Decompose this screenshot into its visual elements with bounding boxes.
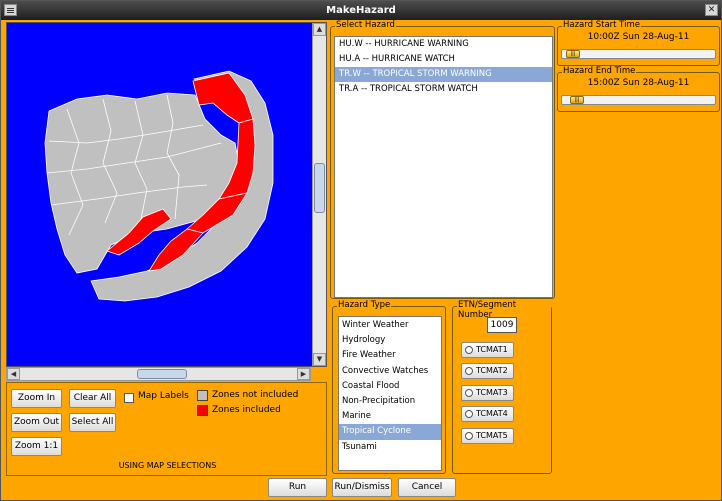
legend-not-included-swatch <box>197 390 208 401</box>
hazard-start-time-title: Hazard Start Time <box>562 20 641 30</box>
hazard-list[interactable]: HU.W -- HURRICANE WARNING HU.A -- HURRIC… <box>334 36 553 298</box>
map-labels-label[interactable]: Map Labels <box>138 391 189 401</box>
map-controls-panel: Zoom In Clear All Map Labels Zones not i… <box>6 382 327 476</box>
etn-option-tcmat5[interactable]: TCMAT5 <box>461 428 514 444</box>
hazard-type-title: Hazard Type <box>337 300 392 310</box>
window-menu-icon[interactable] <box>4 4 17 16</box>
hazard-type-item[interactable]: Marine <box>339 409 441 424</box>
scroll-down-icon[interactable]: ▼ <box>313 353 326 366</box>
map-selection-status: USING MAP SELECTIONS <box>118 461 217 470</box>
map-horizontal-scrollbar[interactable]: ◀ ▶ <box>6 367 311 381</box>
scroll-left-icon[interactable]: ◀ <box>7 368 20 380</box>
map-vertical-scrollbar[interactable]: ▲ ▼ <box>312 23 326 366</box>
hazard-end-time-value: 15:00Z Sun 28-Aug-11 <box>587 78 690 88</box>
hazard-list-item-selected[interactable]: TR.W -- TROPICAL STORM WARNING <box>335 67 552 82</box>
map-vertical-scroll-thumb[interactable] <box>314 163 325 213</box>
hazard-start-time-group: Hazard Start Time 10:00Z Sun 28-Aug-11 |… <box>557 20 720 66</box>
hazard-type-item[interactable]: Fire Weather <box>339 348 441 363</box>
cancel-button[interactable]: Cancel <box>398 478 456 497</box>
etn-option-label: TCMAT4 <box>476 409 508 418</box>
zone-map[interactable]: ▲ ▼ <box>6 22 327 367</box>
legend-included-swatch <box>197 405 208 416</box>
legend-not-included-label: Zones not included <box>212 390 299 400</box>
hazard-type-item[interactable]: Coastal Flood <box>339 379 441 394</box>
close-icon[interactable]: ✕ <box>705 4 718 16</box>
etn-option-tcmat4[interactable]: TCMAT4 <box>461 406 514 422</box>
map-horizontal-scroll-thumb[interactable] <box>137 369 187 379</box>
run-button[interactable]: Run <box>268 478 327 497</box>
start-time-slider[interactable]: ||| <box>561 49 716 59</box>
hazard-type-group: Hazard Type Winter Weather Hydrology Fir… <box>332 300 446 474</box>
title-bar: MakeHazard ✕ <box>1 1 721 20</box>
hazard-type-item[interactable]: Tsunami <box>339 440 441 455</box>
hazard-start-time-value: 10:00Z Sun 28-Aug-11 <box>587 32 690 42</box>
etn-option-tcmat3[interactable]: TCMAT3 <box>461 385 514 401</box>
radio-icon[interactable] <box>465 367 473 375</box>
hazard-end-time-title: Hazard End Time <box>562 66 637 76</box>
etn-option-label: TCMAT3 <box>476 388 508 397</box>
radio-icon[interactable] <box>465 346 473 354</box>
hazard-list-item[interactable]: TR.A -- TROPICAL STORM WATCH <box>335 82 552 97</box>
legend-included-label: Zones included <box>212 405 281 415</box>
end-time-slider-thumb[interactable]: ||| <box>570 96 584 104</box>
window-title: MakeHazard <box>326 5 396 16</box>
hazard-end-time-group: Hazard End Time 15:00Z Sun 28-Aug-11 ||| <box>557 66 720 112</box>
hazard-type-item[interactable]: Winter Weather <box>339 318 441 333</box>
radio-icon[interactable] <box>465 410 473 418</box>
hazard-type-item-selected[interactable]: Tropical Cyclone <box>339 424 441 440</box>
scroll-right-icon[interactable]: ▶ <box>297 368 310 380</box>
scroll-up-icon[interactable]: ▲ <box>313 23 326 36</box>
hazard-type-item[interactable]: Hydrology <box>339 333 441 348</box>
hazard-list-item[interactable]: HU.W -- HURRICANE WARNING <box>335 37 552 52</box>
etn-option-tcmat1[interactable]: TCMAT1 <box>461 342 514 358</box>
etn-segment-group: ETN/Segment Number 1009 TCMAT1 TCMAT2 TC… <box>452 300 552 474</box>
radio-icon[interactable] <box>465 432 473 440</box>
map-labels-checkbox[interactable] <box>124 393 134 403</box>
zoom-out-button[interactable]: Zoom Out <box>11 413 62 432</box>
select-hazard-group: Select Hazard HU.W -- HURRICANE WARNING … <box>330 20 555 299</box>
zoom-1-1-button[interactable]: Zoom 1:1 <box>11 437 62 456</box>
make-hazard-window: MakeHazard ✕ ▲ ▼ ◀ ▶ Zoom In Clear All M… <box>0 0 722 501</box>
hazard-type-list[interactable]: Winter Weather Hydrology Fire Weather Co… <box>338 316 442 471</box>
hazard-type-item[interactable]: Convective Watches <box>339 364 441 379</box>
hazard-type-item[interactable]: Non-Precipitation <box>339 394 441 409</box>
radio-icon[interactable] <box>465 389 473 397</box>
zoom-in-button[interactable]: Zoom In <box>11 389 62 408</box>
etn-option-tcmat2[interactable]: TCMAT2 <box>461 363 514 379</box>
select-all-button[interactable]: Select All <box>69 413 116 432</box>
etn-input[interactable]: 1009 <box>487 317 517 333</box>
etn-option-label: TCMAT2 <box>476 366 508 375</box>
etn-option-label: TCMAT5 <box>476 431 508 440</box>
hazard-list-item[interactable]: HU.A -- HURRICANE WATCH <box>335 52 552 67</box>
clear-all-button[interactable]: Clear All <box>69 389 116 408</box>
run-dismiss-button[interactable]: Run/Dismiss <box>332 478 392 497</box>
end-time-slider[interactable]: ||| <box>561 95 716 105</box>
start-time-slider-thumb[interactable]: ||| <box>566 50 580 58</box>
zone-map-canvas[interactable] <box>7 23 312 366</box>
etn-option-label: TCMAT1 <box>476 345 508 354</box>
select-hazard-title: Select Hazard <box>335 20 396 30</box>
